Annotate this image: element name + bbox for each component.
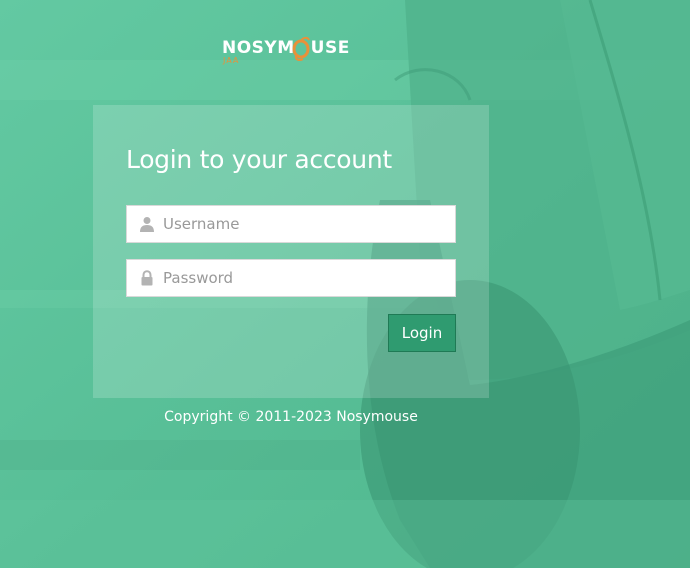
brand-logo[interactable]: NOSYM USE JAA [222, 36, 362, 70]
login-button[interactable]: Login [388, 314, 456, 352]
password-field[interactable] [126, 259, 456, 297]
login-title: Login to your account [126, 145, 392, 174]
copyright-text: Copyright © 2011-2023 Nosymouse [164, 409, 418, 425]
logo-tagline: JAA [223, 56, 240, 65]
mouse-icon [292, 36, 310, 61]
username-input[interactable] [163, 206, 448, 242]
lock-icon [141, 270, 153, 286]
logo-wordmark: NOSYM USE [222, 38, 350, 58]
password-input[interactable] [163, 260, 448, 296]
login-panel: Login to your account Login [93, 105, 489, 398]
user-icon [140, 217, 154, 232]
username-field[interactable] [126, 205, 456, 243]
